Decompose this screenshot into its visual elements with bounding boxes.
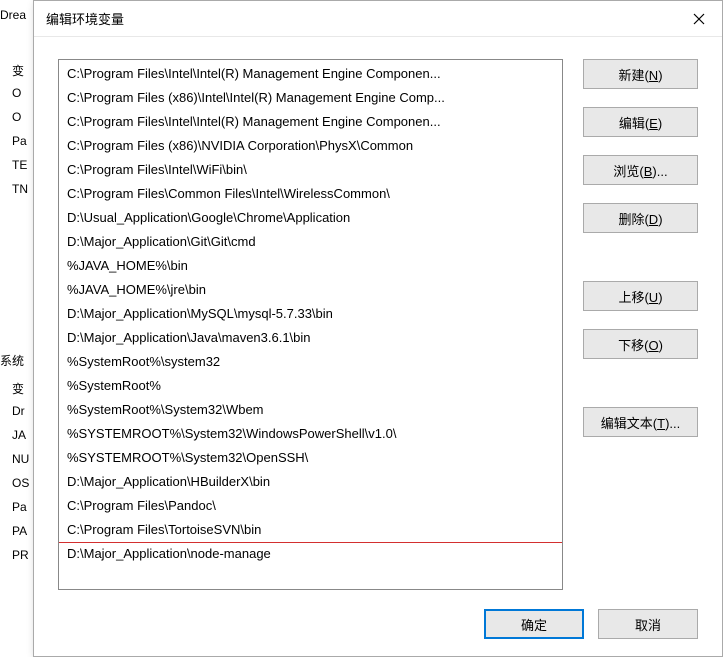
path-list-item[interactable]: C:\Program Files\Intel\Intel(R) Manageme… <box>59 62 562 86</box>
ok-button[interactable]: 确定 <box>484 609 584 639</box>
path-list-item[interactable]: C:\Program Files\Intel\WiFi\bin\ <box>59 158 562 182</box>
path-listbox[interactable]: C:\Program Files\Intel\Intel(R) Manageme… <box>59 60 562 589</box>
move-up-button[interactable]: 上移(U) <box>583 281 698 311</box>
bg-row: O <box>12 110 21 124</box>
dialog-footer: 确定 取消 <box>34 602 722 656</box>
bg-row: PR <box>12 548 29 562</box>
path-list-item[interactable]: %SYSTEMROOT%\System32\WindowsPowerShell\… <box>59 422 562 446</box>
btn-label: 上移(U) <box>618 290 662 305</box>
bg-var-label: 变 <box>12 62 24 79</box>
browse-button[interactable]: 浏览(B)... <box>583 155 698 185</box>
titlebar: 编辑环境变量 <box>34 1 722 37</box>
path-list-item[interactable]: %JAVA_HOME%\bin <box>59 254 562 278</box>
path-list-item[interactable]: D:\Usual_Application\Google\Chrome\Appli… <box>59 206 562 230</box>
bg-row: NU <box>12 452 29 466</box>
bg-row: Pa <box>12 500 27 514</box>
btn-label: 编辑文本(T)... <box>601 416 680 431</box>
bg-row: TN <box>12 182 28 196</box>
bg-row: PA <box>12 524 27 538</box>
path-list-item[interactable]: C:\Program Files\TortoiseSVN\bin <box>59 518 562 542</box>
path-list-container: C:\Program Files\Intel\Intel(R) Manageme… <box>58 59 563 590</box>
edit-button[interactable]: 编辑(E) <box>583 107 698 137</box>
bg-row: Pa <box>12 134 27 148</box>
path-list-item[interactable]: C:\Program Files\Common Files\Intel\Wire… <box>59 182 562 206</box>
btn-label: 删除(D) <box>618 212 662 227</box>
path-list-item[interactable]: %SystemRoot%\system32 <box>59 350 562 374</box>
path-list-item[interactable]: D:\Major_Application\Git\Git\cmd <box>59 230 562 254</box>
edit-text-button[interactable]: 编辑文本(T)... <box>583 407 698 437</box>
bg-sys-heading: 系统 <box>0 352 24 369</box>
cancel-button[interactable]: 取消 <box>598 609 698 639</box>
path-list-item[interactable]: D:\Major_Application\MySQL\mysql-5.7.33\… <box>59 302 562 326</box>
close-icon <box>693 13 705 25</box>
close-button[interactable] <box>676 1 722 36</box>
bg-row: JA <box>12 428 26 442</box>
side-button-panel: 新建(N) 编辑(E) 浏览(B)... 删除(D) 上移(U) 下移(O) 编… <box>583 59 698 590</box>
btn-label: 新建(N) <box>618 68 662 83</box>
bg-row: O <box>12 86 21 100</box>
btn-label: 编辑(E) <box>619 116 662 131</box>
path-list-item[interactable]: %SYSTEMROOT%\System32\OpenSSH\ <box>59 446 562 470</box>
path-list-item[interactable]: D:\Major_Application\node-manage <box>59 542 562 566</box>
path-list-item[interactable]: %SystemRoot%\System32\Wbem <box>59 398 562 422</box>
bg-row: OS <box>12 476 29 490</box>
path-list-item[interactable]: C:\Program Files\Intel\Intel(R) Manageme… <box>59 110 562 134</box>
path-list-item[interactable]: D:\Major_Application\Java\maven3.6.1\bin <box>59 326 562 350</box>
path-list-item[interactable]: %JAVA_HOME%\jre\bin <box>59 278 562 302</box>
edit-environment-variable-dialog: 编辑环境变量 C:\Program Files\Intel\Intel(R) M… <box>33 0 723 657</box>
path-list-item[interactable]: C:\Program Files (x86)\NVIDIA Corporatio… <box>59 134 562 158</box>
dialog-title: 编辑环境变量 <box>46 9 676 28</box>
btn-label: 浏览(B)... <box>613 164 667 179</box>
delete-button[interactable]: 删除(D) <box>583 203 698 233</box>
bg-row: Dr <box>12 404 25 418</box>
path-list-item[interactable]: C:\Program Files (x86)\Intel\Intel(R) Ma… <box>59 86 562 110</box>
path-list-item[interactable]: C:\Program Files\Pandoc\ <box>59 494 562 518</box>
bg-var-label: 变 <box>12 380 24 397</box>
path-list-item[interactable]: D:\Major_Application\HBuilderX\bin <box>59 470 562 494</box>
move-down-button[interactable]: 下移(O) <box>583 329 698 359</box>
path-list-item[interactable]: %SystemRoot% <box>59 374 562 398</box>
btn-label: 下移(O) <box>618 338 663 353</box>
new-button[interactable]: 新建(N) <box>583 59 698 89</box>
bg-row: TE <box>12 158 27 172</box>
bg-app-label: Drea <box>0 8 26 22</box>
